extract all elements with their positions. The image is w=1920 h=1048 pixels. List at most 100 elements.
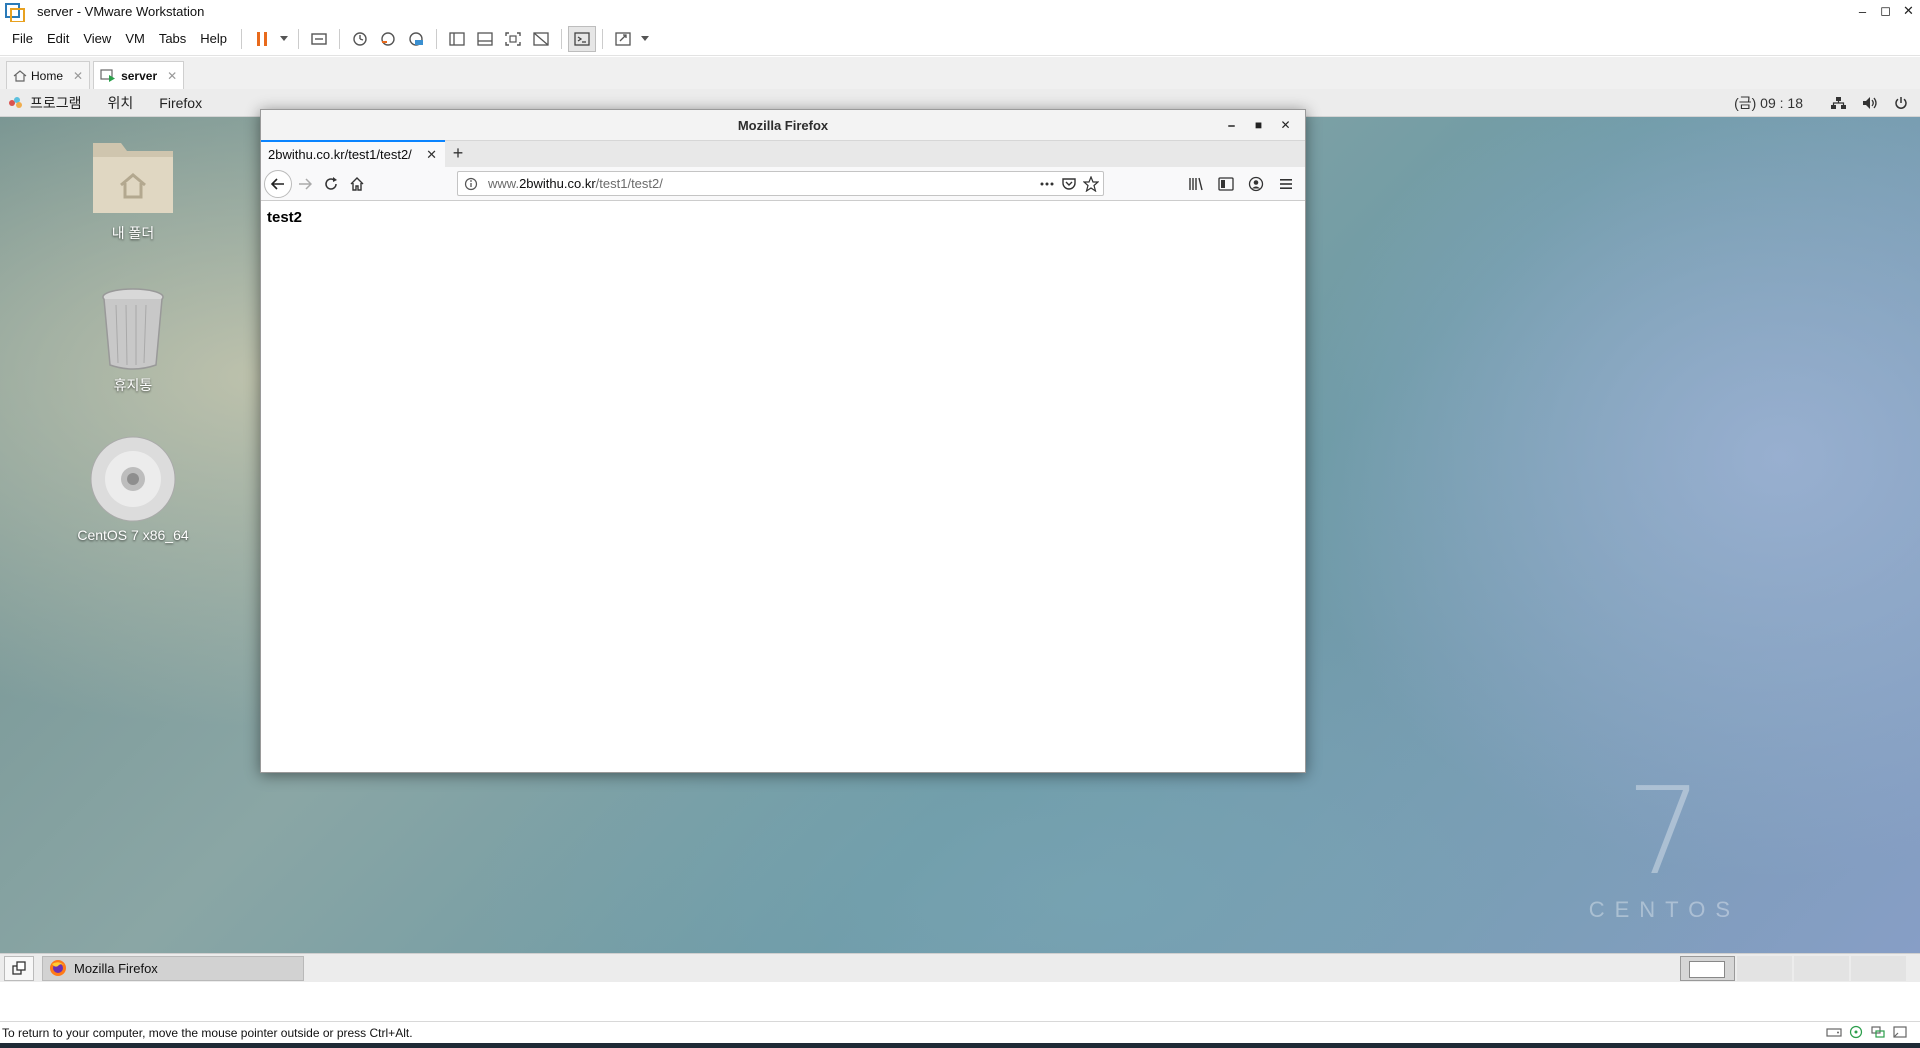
open-menu-button[interactable] (1273, 171, 1299, 197)
bookmark-star-icon[interactable] (1083, 175, 1099, 192)
snapshot-manager-button[interactable] (402, 26, 430, 52)
reload-icon (325, 176, 337, 190)
tab-server[interactable]: server ✕ (93, 61, 185, 89)
vmware-menu-bar: File Edit View VM Tabs Help (0, 22, 1920, 56)
firefox-window-controls: ⎯ ■ ✕ (1218, 110, 1299, 140)
stretch-dropdown-icon[interactable] (641, 36, 650, 41)
workspace-4[interactable] (1851, 956, 1906, 981)
guest-screen[interactable]: 프로그램 위치 Firefox (금) 09 : 18 내 폴더 휴지통 Cen… (0, 89, 1920, 982)
disc-icon (90, 436, 176, 522)
home-icon (13, 69, 27, 82)
device-status-icons (1826, 1025, 1908, 1039)
tab-home[interactable]: Home ✕ (6, 61, 91, 89)
firefox-title-bar[interactable]: Mozilla Firefox ⎯ ■ ✕ (261, 110, 1305, 140)
firefox-app-menu[interactable]: Firefox (159, 95, 202, 111)
unity-button[interactable] (527, 26, 555, 52)
new-tab-button[interactable]: + (445, 140, 471, 167)
stretch-guest-button[interactable] (609, 26, 637, 52)
vmware-status-bar: To return to your computer, move the mou… (0, 1021, 1920, 1043)
show-desktop-button[interactable] (4, 955, 34, 981)
snapshot-button[interactable] (346, 26, 374, 52)
show-library-button[interactable] (443, 26, 471, 52)
firefox-window-title: Mozilla Firefox (737, 117, 829, 133)
menu-vm[interactable]: VM (119, 31, 151, 46)
revert-snapshot-button[interactable] (374, 26, 402, 52)
close-tab-server-icon[interactable]: ✕ (167, 69, 177, 83)
tab-server-label: server (121, 68, 158, 83)
network-icon[interactable] (1831, 96, 1846, 110)
page-actions-icon[interactable] (1039, 177, 1055, 191)
menu-help[interactable]: Help (194, 31, 233, 46)
message-log-icon[interactable] (1892, 1025, 1908, 1039)
forward-button[interactable] (292, 171, 318, 197)
sidebar-button[interactable] (1213, 171, 1239, 197)
desktop-icon-home-folder[interactable]: 내 폴더 (63, 133, 203, 243)
library-button[interactable] (1183, 171, 1209, 197)
toolbar-separator (339, 28, 341, 49)
workspace-1[interactable] (1680, 956, 1735, 981)
system-tray: (금) 09 : 18 (1734, 89, 1908, 117)
volume-icon[interactable] (1862, 96, 1878, 110)
menu-tabs[interactable]: Tabs (153, 31, 192, 46)
hamburger-menu-icon (1280, 179, 1292, 189)
site-info-icon[interactable] (464, 177, 478, 191)
host-taskbar (0, 1043, 1920, 1048)
close-button[interactable]: ✕ (1897, 0, 1920, 22)
close-tab-home-icon[interactable]: ✕ (73, 69, 83, 83)
minimize-button[interactable]: – (1851, 0, 1874, 22)
desktop-icon-centos-disc[interactable]: CentOS 7 x86_64 (63, 435, 203, 543)
full-screen-icon (505, 31, 521, 46)
window-title: server - VMware Workstation (37, 3, 205, 19)
network-adapter-icon[interactable] (1870, 1025, 1886, 1039)
firefox-maximize-button[interactable]: ■ (1245, 118, 1272, 132)
url-host: 2bwithu.co.kr (519, 176, 596, 191)
firefox-minimize-button[interactable]: ⎯ (1218, 118, 1245, 133)
firefox-toolbar-right (1183, 171, 1299, 197)
sidebar-icon (1218, 177, 1234, 191)
page-content[interactable]: test2 (261, 201, 1305, 234)
workspace-3[interactable] (1794, 956, 1849, 981)
back-button[interactable] (264, 169, 292, 198)
home-button[interactable] (344, 171, 370, 197)
page-heading: test2 (267, 209, 303, 226)
firefox-window: Mozilla Firefox ⎯ ■ ✕ 2bwithu.co.kr/test… (260, 109, 1306, 773)
url-bar[interactable]: www. 2bwithu.co.kr/test1/test2/ (457, 171, 1104, 196)
applications-menu[interactable]: 프로그램 (8, 93, 82, 113)
pause-icon (257, 31, 268, 46)
reload-button[interactable] (318, 171, 344, 197)
hard-disk-icon[interactable] (1826, 1025, 1842, 1039)
firefox-tab-strip: 2bwithu.co.kr/test1/test2/ ✕ + (261, 140, 1305, 167)
power-icon[interactable] (1894, 96, 1908, 110)
console-view-button[interactable] (568, 25, 597, 52)
account-button[interactable] (1243, 171, 1269, 197)
maximize-button[interactable]: ◻ (1874, 0, 1897, 22)
desktop-icon-trash[interactable]: 휴지통 (63, 285, 203, 395)
url-prefix: www. (488, 176, 520, 191)
snapshot-icon (353, 31, 367, 46)
clock[interactable]: (금) 09 : 18 (1734, 93, 1803, 113)
pause-button[interactable] (248, 26, 276, 52)
places-menu[interactable]: 위치 (108, 93, 134, 113)
full-screen-button[interactable] (499, 26, 527, 52)
taskbar-item-firefox[interactable]: Mozilla Firefox (42, 955, 304, 981)
snapshot-manager-icon (409, 31, 424, 46)
menu-file[interactable]: File (6, 31, 39, 46)
places-label: 위치 (107, 94, 134, 111)
cd-drive-icon[interactable] (1848, 1025, 1864, 1039)
close-tab-icon[interactable]: ✕ (426, 147, 437, 163)
status-message: To return to your computer, move the mou… (2, 1025, 413, 1040)
workspace-2[interactable] (1737, 956, 1792, 981)
firefox-navigation-bar: www. 2bwithu.co.kr/test1/test2/ (261, 167, 1305, 201)
show-thumbnail-bar-button[interactable] (471, 26, 499, 52)
home-folder-label: 내 폴더 (111, 225, 155, 241)
centos-wordmark: CENTOS (1588, 897, 1740, 922)
menu-edit[interactable]: Edit (41, 31, 75, 46)
firefox-tab-active[interactable]: 2bwithu.co.kr/test1/test2/ ✕ (261, 140, 445, 167)
firefox-close-button[interactable]: ✕ (1272, 118, 1299, 132)
send-ctrl-alt-del-button[interactable] (305, 26, 333, 52)
power-dropdown-icon[interactable] (280, 36, 289, 41)
pocket-icon[interactable] (1061, 177, 1077, 191)
menu-view[interactable]: View (77, 31, 117, 46)
disc-label: CentOS 7 x86_64 (77, 527, 189, 543)
toolbar-separator (436, 28, 438, 49)
